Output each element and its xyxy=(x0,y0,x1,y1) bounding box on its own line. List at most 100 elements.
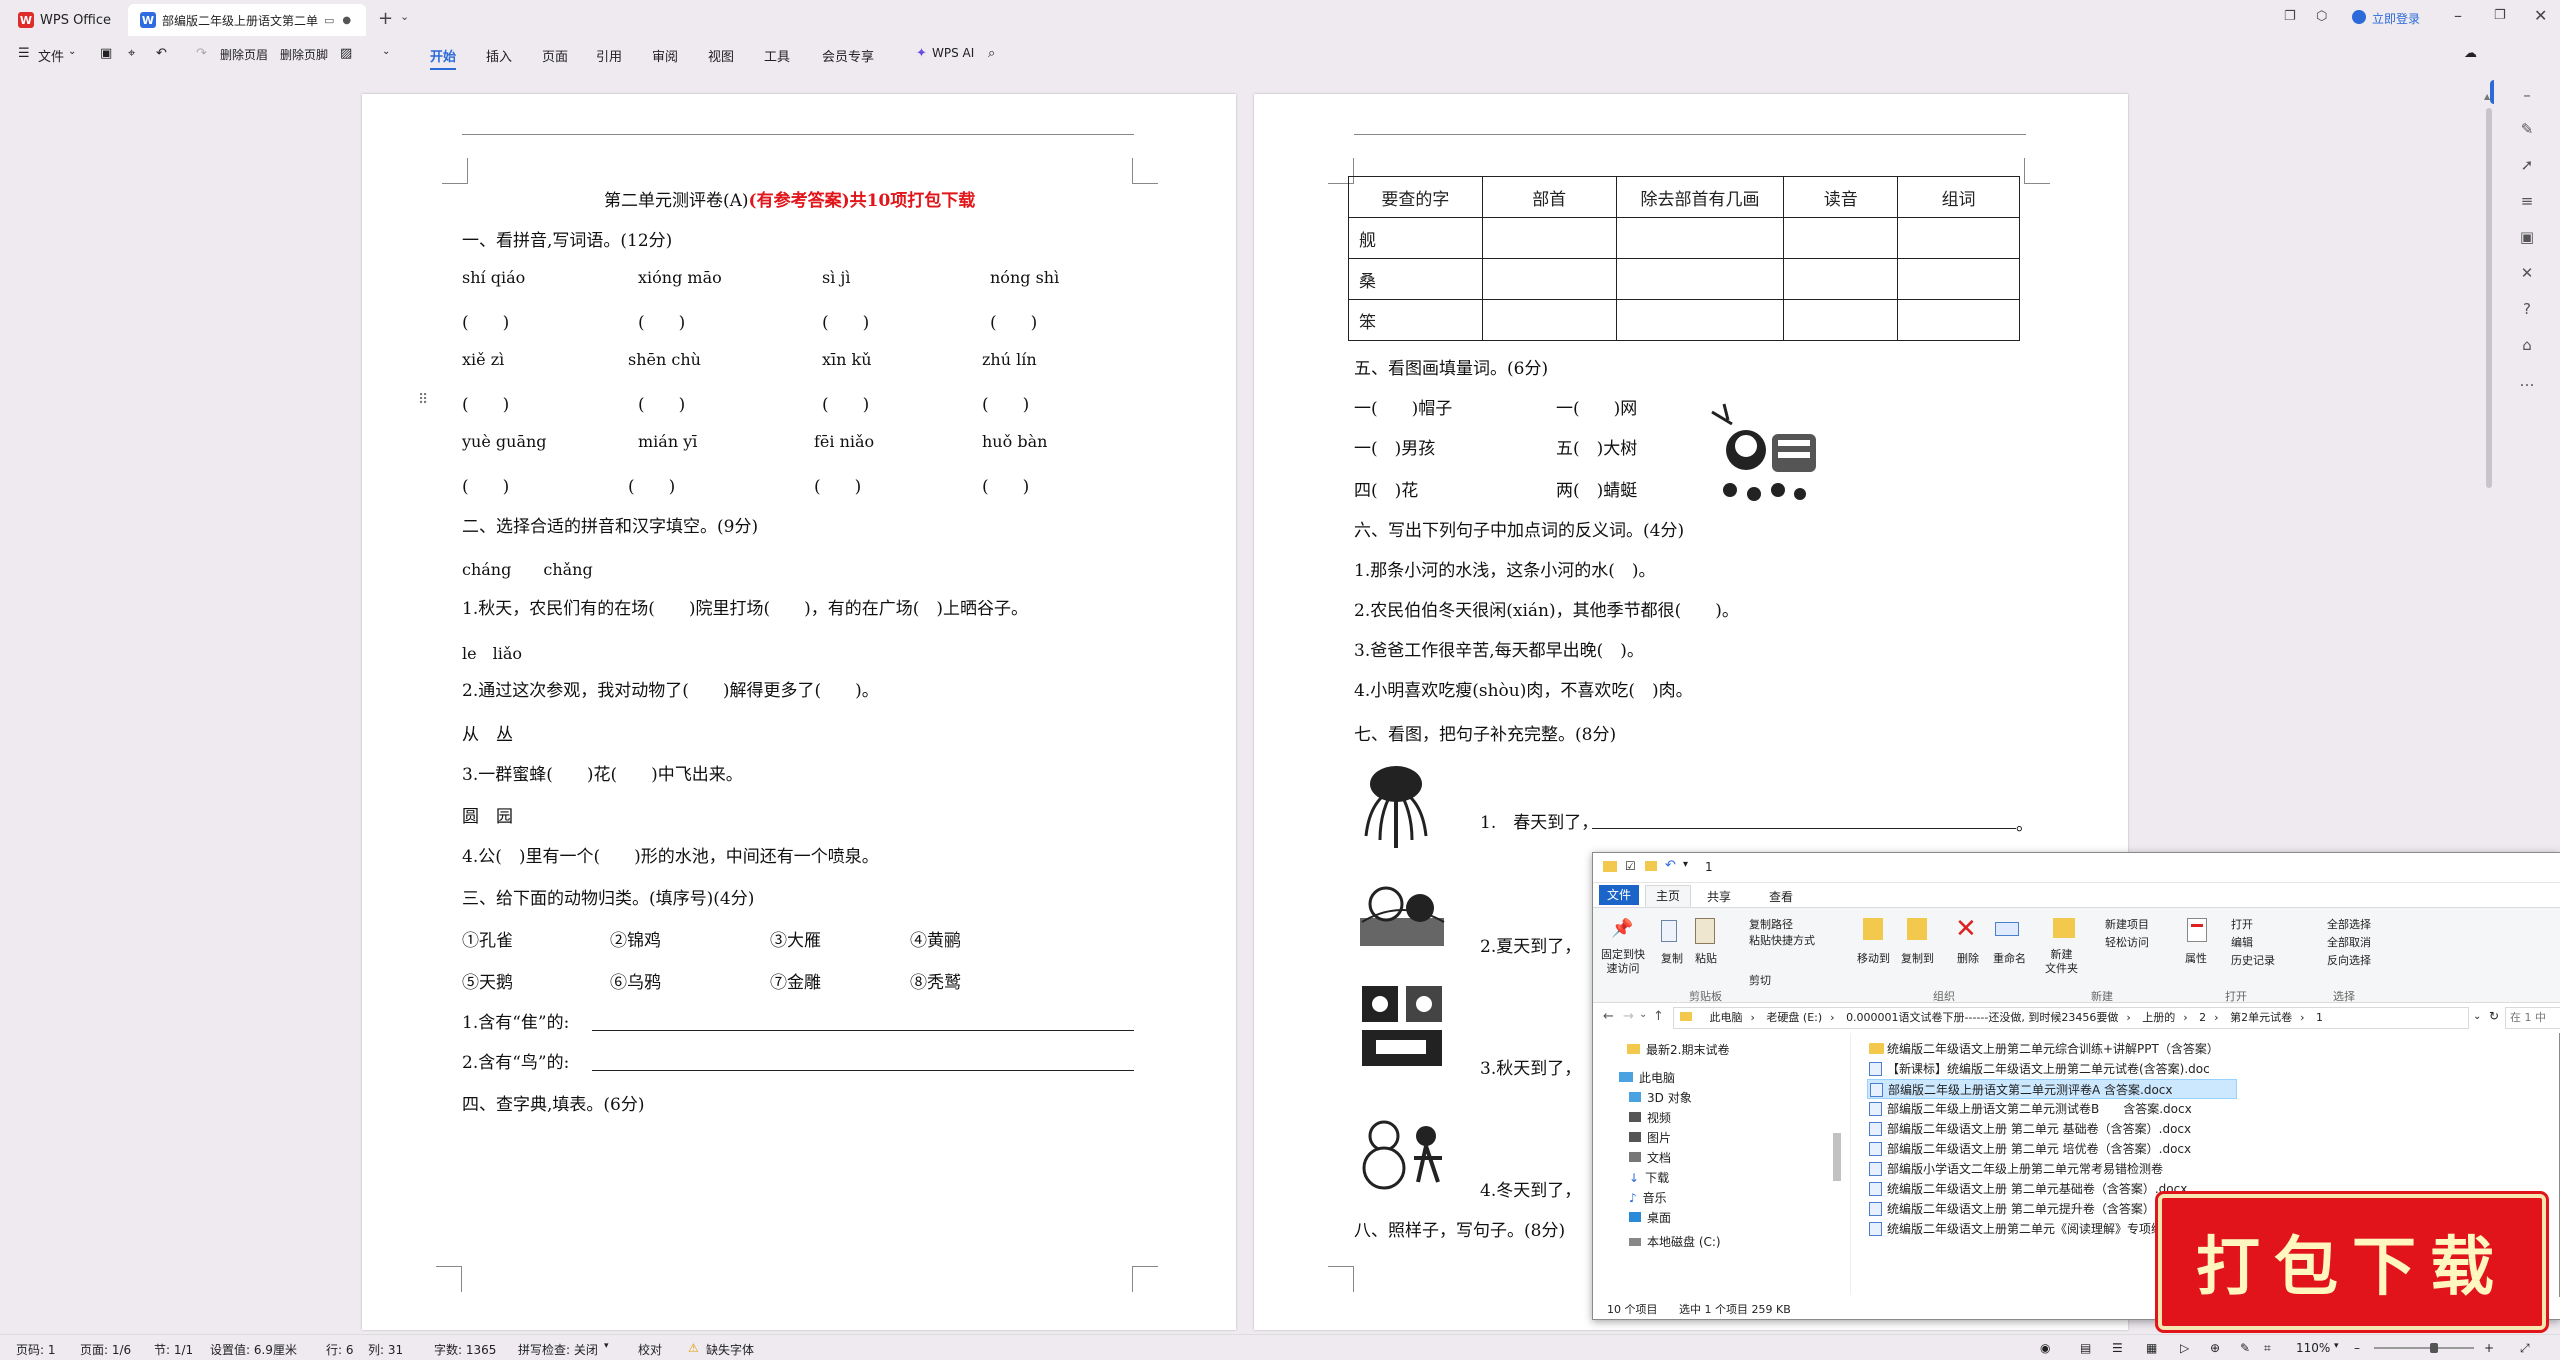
restore-icon[interactable]: ❐ xyxy=(2494,8,2506,23)
table-cell[interactable] xyxy=(1615,217,1785,259)
web-icon[interactable]: ▦ xyxy=(2146,1341,2157,1355)
move-to-icon[interactable] xyxy=(1863,918,1883,940)
zoom-in-icon[interactable]: + xyxy=(2484,1341,2494,1355)
cloud-icon[interactable]: ☁ xyxy=(2464,46,2477,61)
window-mode-icon[interactable]: ❐ xyxy=(2284,9,2296,24)
new-tab-icon[interactable]: + xyxy=(378,8,393,29)
copy-to-icon[interactable] xyxy=(1907,918,1927,940)
table-cell[interactable] xyxy=(1481,258,1617,300)
tab-reference[interactable]: 引用 xyxy=(596,46,622,65)
address-dropdown-icon[interactable]: ⌄ xyxy=(2473,1011,2481,1022)
search-icon[interactable]: ⌕ xyxy=(988,46,995,61)
delete-header-button[interactable]: 删除页眉 xyxy=(220,46,268,63)
explorer-tab-home[interactable]: 主页 xyxy=(1645,885,1691,907)
redo-icon[interactable]: ↷ xyxy=(196,46,207,61)
scroll-up-icon[interactable]: ▲ xyxy=(2484,92,2490,101)
minimize-icon[interactable]: – xyxy=(2454,6,2462,25)
answer-blank[interactable]: ( ) xyxy=(990,308,1037,333)
checkmark-icon[interactable]: ☑ xyxy=(1625,859,1636,873)
avatar-icon[interactable] xyxy=(2352,10,2366,24)
proofread[interactable]: 校对 xyxy=(638,1341,662,1358)
answer-blank[interactable]: ( ) xyxy=(822,308,869,333)
back-icon[interactable]: ← xyxy=(1603,1009,1614,1024)
list-item[interactable]: 部编版二年级语文上册 第二单元 培优卷（含答案）.docx xyxy=(1867,1139,2191,1159)
tab-start[interactable]: 开始 xyxy=(430,46,457,70)
login-link[interactable]: 立即登录 xyxy=(2372,10,2420,27)
list-item[interactable]: 统编版二年级语文上册 第二单元提升卷（含答案）.docx xyxy=(1867,1199,2187,1219)
spell-check[interactable]: 拼写检查: 关闭 xyxy=(518,1341,598,1358)
table-cell[interactable] xyxy=(1481,217,1617,259)
collapse-icon[interactable]: – xyxy=(2518,86,2536,104)
format-painter-icon[interactable]: ⌖ xyxy=(128,46,135,61)
tab-member[interactable]: 会员专享 xyxy=(822,46,874,65)
zoom-level[interactable]: 110% xyxy=(2296,1341,2330,1355)
answer-line[interactable] xyxy=(592,1070,1134,1071)
answer-line[interactable] xyxy=(1592,828,2016,829)
delete-icon[interactable]: ✕ xyxy=(1955,914,1977,944)
easy-access-button[interactable]: 轻松访问 xyxy=(2105,934,2149,950)
address-bar[interactable]: 此电脑 › 老硬盘 (E:) › 0.000001语文试卷下册------还没做, … xyxy=(1673,1007,2469,1029)
save-icon[interactable]: ▣ xyxy=(100,46,112,61)
fullscreen-icon[interactable]: ⤢ xyxy=(2520,1341,2530,1356)
cut-button[interactable]: 剪切 xyxy=(1749,972,1771,988)
new-item-button[interactable]: 新建项目 xyxy=(2105,916,2149,932)
copy-icon[interactable] xyxy=(1661,920,1677,942)
rename-button[interactable]: 重命名 xyxy=(1993,950,2026,966)
wps-ai-icon[interactable]: ✦ xyxy=(916,46,927,61)
outline-icon[interactable]: ☰ xyxy=(2112,1341,2123,1355)
table-cell[interactable] xyxy=(1615,299,1785,341)
undo-icon[interactable]: ↶ xyxy=(1665,858,1676,873)
settings-sliders-icon[interactable]: ≡ xyxy=(2518,192,2536,210)
missing-font[interactable]: 缺失字体 xyxy=(706,1341,754,1358)
zoom-out-icon[interactable]: – xyxy=(2354,1341,2360,1355)
pointer-icon[interactable]: ➚ xyxy=(2518,156,2536,174)
recent-chevron-icon[interactable]: ⌄ xyxy=(1639,1009,1647,1020)
path-segment[interactable]: 1 xyxy=(2316,1011,2323,1024)
explorer-tab-share[interactable]: 共享 xyxy=(1707,888,1731,905)
layout-icon[interactable]: ▨ xyxy=(340,46,352,61)
setting-value[interactable]: 设置值: 6.9厘米 xyxy=(210,1341,297,1358)
close-icon[interactable]: ✕ xyxy=(2534,6,2547,25)
path-segment[interactable]: 老硬盘 (E:) xyxy=(1766,1011,1822,1024)
open-button[interactable]: 打开 xyxy=(2231,916,2253,932)
dropdown-icon[interactable]: ▾ xyxy=(1683,859,1688,870)
document-page-1[interactable]: 第二单元测评卷(A)(有参考答案)共10项打包下载 一、看拼音,写词语。(12分… xyxy=(362,94,1236,1330)
explorer-tab-file[interactable]: 文件 xyxy=(1599,885,1639,905)
copy-to-button[interactable]: 复制到 xyxy=(1901,950,1934,966)
tab-list-chevron-icon[interactable]: ⌄ xyxy=(400,10,409,23)
new-folder-button[interactable]: 新建 文件夹 xyxy=(2045,948,2078,976)
copy-button[interactable]: 复制 xyxy=(1661,950,1683,966)
page-number[interactable]: 页码: 1 xyxy=(16,1341,56,1358)
list-item-selected[interactable]: 部编版二年级上册语文第二单元测评卷A 含答案.docx xyxy=(1867,1079,2237,1099)
undo-icon[interactable]: ↶ xyxy=(156,46,167,61)
table-cell[interactable] xyxy=(1615,258,1785,300)
search-box[interactable]: 在 1 中 xyxy=(2505,1007,2560,1029)
page-count[interactable]: 页面: 1/6 xyxy=(80,1341,131,1358)
list-item[interactable]: 统编版二年级语文上册第二单元《阅读理解》专项练 xyxy=(1867,1219,2163,1239)
tools-icon[interactable]: ✕ xyxy=(2518,264,2536,282)
paste-icon[interactable] xyxy=(1695,918,1715,944)
drag-handle-icon[interactable]: ⠿ xyxy=(418,392,428,408)
up-icon[interactable]: ↑ xyxy=(1653,1009,1664,1024)
list-item[interactable]: 部编版小学语文二年级上册第二单元常考易错检测卷 xyxy=(1867,1159,2163,1179)
globe-icon[interactable]: ⊕ xyxy=(2210,1341,2220,1355)
answer-blank[interactable]: ( ) xyxy=(462,390,509,415)
path-segment[interactable]: 2 xyxy=(2199,1011,2206,1024)
new-folder-big-icon[interactable] xyxy=(2053,918,2075,938)
move-to-button[interactable]: 移动到 xyxy=(1857,950,1890,966)
tab-dot-icon[interactable]: ● xyxy=(342,15,351,26)
list-item[interactable]: 部编版二年级语文上册 第二单元 基础卷（含答案）.docx xyxy=(1867,1119,2191,1139)
answer-blank[interactable]: ( ) xyxy=(982,390,1029,415)
forward-icon[interactable]: → xyxy=(1623,1009,1634,1024)
new-folder-icon[interactable] xyxy=(1645,861,1657,871)
table-cell[interactable] xyxy=(1897,217,2020,259)
rename-icon[interactable] xyxy=(1995,922,2019,936)
paste-shortcut-button[interactable]: 粘贴快捷方式 xyxy=(1749,932,1815,948)
list-item[interactable]: 统编版二年级语文上册 第二单元基础卷（含答案）.docx xyxy=(1867,1179,2187,1199)
answer-line[interactable] xyxy=(592,1030,1134,1031)
spell-chevron-icon[interactable]: ▾ xyxy=(604,1341,609,1351)
properties-button[interactable]: 属性 xyxy=(2185,950,2207,966)
file-chevron-icon[interactable]: ⌄ xyxy=(68,46,76,57)
paste-button[interactable]: 粘贴 xyxy=(1695,950,1717,966)
tab-tools[interactable]: 工具 xyxy=(764,46,790,65)
